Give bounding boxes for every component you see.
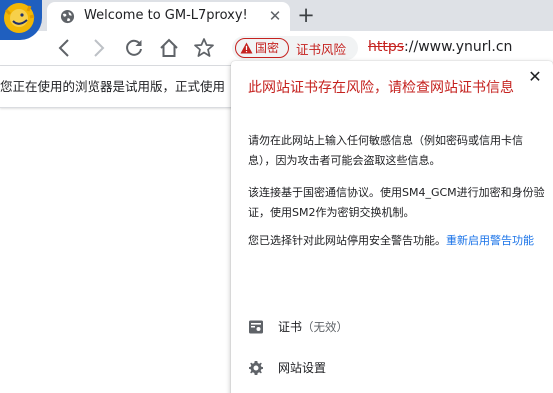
toolbar: 国密 证书风险 https://www.ynurl.cn — [0, 31, 553, 65]
gear-icon — [249, 361, 263, 375]
globe-icon — [60, 9, 75, 24]
certificate-text: 证书 — [278, 320, 303, 334]
new-tab-button[interactable]: + — [295, 4, 317, 26]
tab-strip: Welcome to GM-L7proxy! ✕ + — [0, 0, 553, 31]
popup-heading: 此网站证书存在风险，请检查网站证书信息 — [248, 80, 514, 96]
site-info-popup: ✕ 此网站证书存在风险，请检查网站证书信息 请勿在此网站上输入任何敏感信息（例如… — [231, 61, 553, 393]
reload-icon[interactable] — [122, 36, 146, 60]
certificate-row[interactable]: 证书（无效） — [231, 310, 553, 344]
certificate-label: 证书（无效） — [278, 318, 348, 335]
warning-icon — [240, 42, 253, 54]
disabled-warning-paragraph: 您已选择针对此网站停用安全警告功能。重新启用警告功能 — [248, 231, 546, 251]
certificate-icon — [249, 320, 263, 334]
star-icon[interactable] — [192, 36, 216, 60]
tab-title: Welcome to GM-L7proxy! — [84, 8, 248, 23]
popup-separator — [231, 282, 553, 283]
omnibox[interactable]: 国密 证书风险 https://www.ynurl.cn — [229, 33, 553, 63]
certificate-status: （无效） — [302, 320, 349, 334]
security-chip[interactable]: 国密 证书风险 — [232, 36, 358, 60]
certificate-risk-label: 证书风险 — [296, 42, 347, 57]
url-scheme: https — [368, 39, 405, 55]
home-icon[interactable] — [157, 36, 181, 60]
arrow-right-icon[interactable] — [86, 36, 110, 60]
tab-close-icon[interactable]: ✕ — [266, 7, 284, 25]
protocol-paragraph: 该连接基于国密通信协议。使用SM4_GCM进行加密和身份验证，使用SM2作为密钥… — [248, 186, 545, 219]
url-text[interactable]: https://www.ynurl.cn — [368, 39, 512, 55]
infobar-text: 您正在使用的浏览器是试用版，正式使用 — [0, 79, 226, 94]
arrow-left-icon[interactable] — [53, 36, 77, 60]
warning-paragraph: 请勿在此网站上输入任何敏感信息（例如密码或信用卡信息），因为攻击者可能会盗取这些… — [248, 134, 523, 167]
site-settings-row[interactable]: 网站设置 — [231, 351, 553, 385]
gm-badge: 国密 — [235, 38, 289, 58]
browser-tab[interactable]: Welcome to GM-L7proxy! ✕ — [47, 2, 290, 31]
disabled-warning-text: 您已选择针对此网站停用安全警告功能。 — [248, 234, 446, 247]
site-settings-label: 网站设置 — [278, 361, 327, 375]
url-host: ://www.ynurl.cn — [404, 39, 513, 55]
reenable-warnings-link[interactable]: 重新启用警告功能 — [446, 234, 534, 247]
gm-badge-label: 国密 — [255, 41, 280, 55]
